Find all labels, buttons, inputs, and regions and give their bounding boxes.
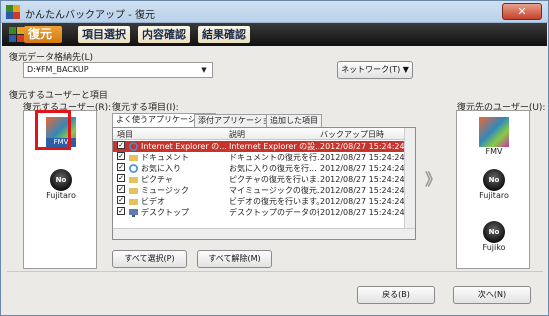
selection-highlight xyxy=(35,110,71,150)
no-photo-avatar: No xyxy=(50,169,72,191)
list-item[interactable]: ✓ お気に入り お気に入りの復元を行... 2012/08/27 15:24:2… xyxy=(113,163,405,174)
item-date: 2012/08/27 15:24:24 xyxy=(320,164,405,173)
column-description[interactable]: 説明 xyxy=(229,129,245,140)
source-value: D:¥FM_BACKUP xyxy=(27,65,89,74)
footer-divider xyxy=(7,271,543,272)
user-name: Fujitaro xyxy=(479,191,509,200)
list-item[interactable]: ✓ ドキュメント ドキュメントの復元を行... 2012/08/27 15:24… xyxy=(113,152,405,163)
column-backup-date[interactable]: バックアップ日時 xyxy=(320,129,384,140)
item-date: 2012/08/27 15:24:24 xyxy=(320,186,405,195)
item-date: 2012/08/27 15:24:24 xyxy=(320,208,405,217)
list-item[interactable]: ✓ デスクトップ デスクトップのデータの復... 2012/08/27 15:2… xyxy=(113,207,405,218)
ie-icon xyxy=(129,164,138,173)
folder-icon xyxy=(129,188,138,194)
app-window: かんたんバックアップ - 復元 ✕ 復元 項目選択 内容確認 結果確認 復元デー… xyxy=(0,0,549,316)
restore-logo-icon xyxy=(9,27,24,42)
desktop-icon xyxy=(129,209,138,217)
list-header: 項目 説明 バックアップ日時 xyxy=(113,128,405,140)
source-dropdown[interactable]: D:¥FM_BACKUP ▼ xyxy=(23,62,213,78)
user-name: Fujiko xyxy=(482,243,506,252)
back-button[interactable]: 戻る(B) xyxy=(357,286,435,304)
item-checkbox[interactable]: ✓ xyxy=(117,141,125,149)
item-checkbox[interactable]: ✓ xyxy=(117,174,125,182)
no-photo-avatar: No xyxy=(483,221,505,243)
item-date: 2012/08/27 15:24:24 xyxy=(320,153,405,162)
items-label: 復元する項目(I): xyxy=(112,103,179,113)
item-checkbox[interactable]: ✓ xyxy=(117,196,125,204)
item-name: お気に入り xyxy=(141,164,181,173)
item-description: デスクトップのデータの復... xyxy=(229,208,319,217)
column-item[interactable]: 項目 xyxy=(117,129,133,140)
item-name: デスクトップ xyxy=(141,208,189,217)
deselect-all-button[interactable]: すべて解除(M) xyxy=(197,250,272,268)
item-name: ピクチャ xyxy=(141,175,173,184)
item-checkbox[interactable]: ✓ xyxy=(117,207,125,215)
ie-icon xyxy=(129,142,138,151)
app-icon xyxy=(6,5,20,19)
item-name: ビデオ xyxy=(141,197,165,206)
item-checkbox[interactable]: ✓ xyxy=(117,152,125,160)
item-description: ドキュメントの復元を行... xyxy=(229,153,319,162)
double-chevron-right-icon: 》 xyxy=(425,170,442,189)
tab-content-confirm[interactable]: 内容確認 xyxy=(138,26,190,43)
to-user-fmv[interactable]: FMV xyxy=(464,117,524,156)
tab-added-items[interactable]: 追加した項目 xyxy=(266,114,322,127)
item-description: ピクチャの復元を行いま... xyxy=(229,175,319,184)
tab-result-confirm[interactable]: 結果確認 xyxy=(198,26,250,43)
to-user-fujiko[interactable]: No Fujiko xyxy=(464,221,524,252)
item-description: ビデオの復元を行います。 xyxy=(229,197,319,206)
step-tabs: 復元 項目選択 内容確認 結果確認 xyxy=(2,23,547,46)
folder-icon xyxy=(129,177,138,183)
item-date: 2012/08/27 15:24:24 xyxy=(320,175,405,184)
list-item[interactable]: ✓ Internet Explorer の... Internet Explor… xyxy=(113,141,405,152)
list-item[interactable]: ✓ ピクチャ ピクチャの復元を行いま... 2012/08/27 15:24:2… xyxy=(113,174,405,185)
list-item[interactable]: ✓ ミュージック マイミュージックの復元... 2012/08/27 15:24… xyxy=(113,185,405,196)
title-bar: かんたんバックアップ - 復元 ✕ xyxy=(1,1,548,23)
tab-restore: 復元 xyxy=(24,26,62,43)
user-name: FMV xyxy=(485,147,503,156)
list-item[interactable]: ✓ ビデオ ビデオの復元を行います。 2012/08/27 15:24:24 xyxy=(113,196,405,207)
no-photo-avatar: No xyxy=(483,169,505,191)
to-user-fujitaro[interactable]: No Fujitaro xyxy=(464,169,524,200)
item-date: 2012/08/27 15:24:24 xyxy=(320,197,405,206)
item-date: 2012/08/27 15:24:24 xyxy=(320,142,405,151)
from-user-fujitaro[interactable]: No Fujitaro xyxy=(31,169,91,200)
horizontal-scrollbar[interactable] xyxy=(113,228,415,239)
folder-icon xyxy=(129,199,138,205)
window-title: かんたんバックアップ - 復元 xyxy=(25,10,155,21)
select-all-button[interactable]: すべて選択(P) xyxy=(112,250,187,268)
folder-icon xyxy=(129,155,138,161)
user-avatar xyxy=(479,117,509,147)
items-list: 項目 説明 バックアップ日時 ✓ Internet Explorer の... … xyxy=(112,127,416,240)
item-description: マイミュージックの復元... xyxy=(229,186,319,195)
to-users-panel: FMV No Fujitaro No Fujiko xyxy=(456,110,530,269)
item-checkbox[interactable]: ✓ xyxy=(117,163,125,171)
item-checkbox[interactable]: ✓ xyxy=(117,185,125,193)
user-name: Fujitaro xyxy=(46,191,76,200)
close-button[interactable]: ✕ xyxy=(502,3,542,20)
item-description: Internet Explorer の設... xyxy=(229,142,319,151)
item-name: ドキュメント xyxy=(141,153,189,162)
item-name: Internet Explorer の... xyxy=(141,142,227,151)
tab-item-selection[interactable]: 項目選択 xyxy=(78,26,130,43)
chevron-down-icon: ▼ xyxy=(201,66,207,74)
item-description: お気に入りの復元を行... xyxy=(229,164,317,173)
vertical-scrollbar[interactable] xyxy=(404,128,415,228)
network-button[interactable]: ネットワーク(T) ▼ xyxy=(337,61,413,79)
next-button[interactable]: 次へ(N) xyxy=(453,286,531,304)
item-name: ミュージック xyxy=(141,186,189,195)
